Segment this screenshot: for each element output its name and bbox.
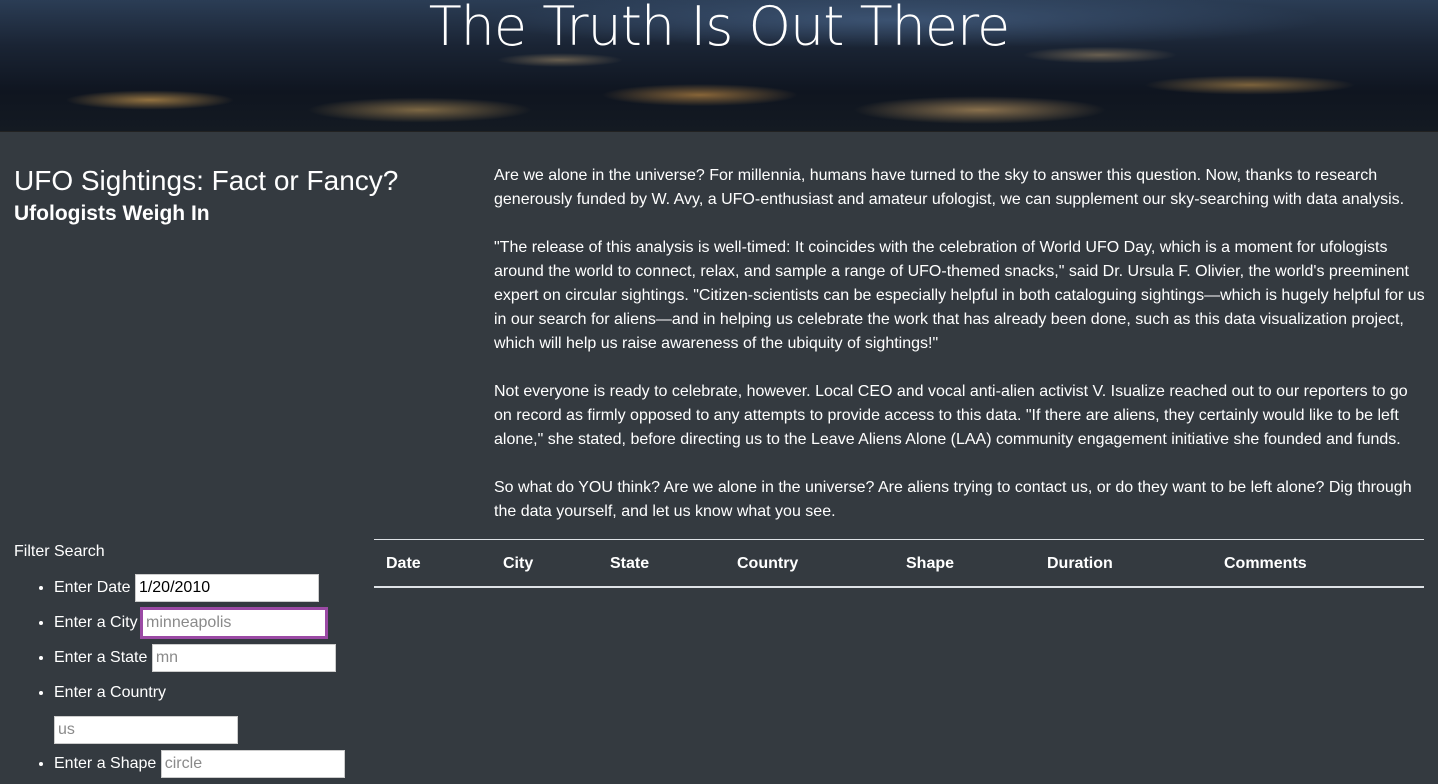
state-input[interactable]: [151, 643, 336, 672]
country-label: Enter a Country: [54, 684, 167, 701]
filter-item-shape: Enter a Shape: [54, 749, 364, 779]
sightings-table-wrapper: Date City State Country Shape Duration C…: [374, 539, 1424, 588]
sightings-table: Date City State Country Shape Duration C…: [374, 539, 1424, 588]
article-paragraph: "The release of this analysis is well-ti…: [494, 239, 1425, 352]
state-label: Enter a State: [54, 649, 148, 666]
article-paragraph: Not everyone is ready to celebrate, howe…: [494, 383, 1408, 448]
filter-title: Filter Search: [14, 543, 105, 560]
article-body: Are we alone in the universe? For millen…: [494, 164, 1429, 548]
column-header-shape: Shape: [894, 539, 1035, 588]
date-label: Enter Date: [54, 579, 131, 596]
country-input[interactable]: [54, 716, 238, 744]
filter-list: Enter Date Enter a City Enter a State En…: [14, 573, 364, 779]
filter-item-date: Enter Date: [54, 573, 364, 603]
date-input[interactable]: [134, 573, 319, 602]
filter-panel: Filter Search Enter Date Enter a City En…: [14, 541, 364, 784]
article-paragraph: Are we alone in the universe? For millen…: [494, 167, 1405, 208]
article-paragraph: So what do YOU think? Are we alone in th…: [494, 479, 1412, 520]
shape-label: Enter a Shape: [54, 755, 157, 772]
filter-item-country: Enter a Country: [54, 678, 364, 744]
column-header-duration: Duration: [1035, 539, 1212, 588]
filter-item-state: Enter a State: [54, 643, 364, 673]
column-header-comments: Comments: [1212, 539, 1424, 588]
filter-item-city: Enter a City: [54, 606, 364, 639]
column-header-date: Date: [374, 539, 491, 588]
column-header-country: Country: [725, 539, 894, 588]
hero-title: The Truth Is Out There: [428, 0, 1011, 58]
table-header-row: Date City State Country Shape Duration C…: [374, 539, 1424, 588]
city-label: Enter a City: [54, 614, 138, 631]
header-block: UFO Sightings: Fact or Fancy? Ufologists…: [14, 164, 464, 228]
column-header-state: State: [598, 539, 725, 588]
page-title: UFO Sightings: Fact or Fancy?: [14, 165, 399, 196]
column-header-city: City: [491, 539, 598, 588]
city-input[interactable]: [140, 606, 329, 639]
shape-input[interactable]: [160, 749, 345, 778]
page-subtitle: Ufologists Weigh In: [14, 202, 210, 225]
hero-banner: The Truth Is Out There: [0, 0, 1438, 132]
